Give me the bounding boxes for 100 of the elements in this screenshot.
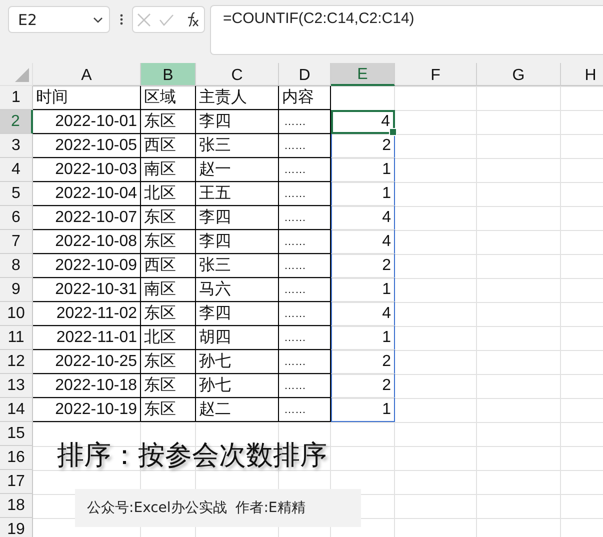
table-cell: 2022-10-09 (33, 254, 141, 278)
table-cell: 李四 (196, 206, 279, 230)
table-cell: 东区 (141, 302, 196, 326)
row-header[interactable]: 11 (0, 326, 33, 350)
table-cell: 2022-10-04 (33, 182, 141, 206)
table-cell: 西区 (141, 134, 196, 158)
row-header[interactable]: 16 (0, 446, 33, 470)
fill-handle[interactable] (389, 128, 397, 136)
table-cell: 2022-10-19 (33, 398, 141, 422)
table-cell: 王五 (196, 182, 279, 206)
row-header[interactable]: 12 (0, 350, 33, 374)
table-cell: 孙七 (196, 374, 279, 398)
table-cell: 4 (331, 206, 395, 230)
table-cell: 东区 (141, 398, 196, 422)
table-cell: …… (279, 374, 331, 398)
column-header[interactable]: D (279, 63, 331, 86)
table-cell: 2 (331, 254, 395, 278)
table-cell: 2022-10-25 (33, 350, 141, 374)
row-header[interactable]: 14 (0, 398, 33, 422)
table-cell: 时间 (33, 86, 141, 110)
table-cell: …… (279, 254, 331, 278)
row-header[interactable]: 18 (0, 494, 33, 518)
table-cell: …… (279, 278, 331, 302)
row-header[interactable]: 8 (0, 254, 33, 278)
table-cell: 北区 (141, 326, 196, 350)
row-header[interactable]: 3 (0, 134, 33, 158)
table-cell: 胡四 (196, 326, 279, 350)
table-cell: 东区 (141, 230, 196, 254)
column-header[interactable]: C (196, 63, 279, 86)
table-cell: 东区 (141, 350, 196, 374)
table-cell: 北区 (141, 182, 196, 206)
table-cell: 1 (331, 278, 395, 302)
table-cell: 区域 (141, 86, 196, 110)
row-header[interactable]: 7 (0, 230, 33, 254)
row-header[interactable]: 17 (0, 470, 33, 494)
row-header[interactable]: 19 (0, 518, 33, 537)
row-header[interactable]: 1 (0, 86, 33, 110)
row-header[interactable]: 10 (0, 302, 33, 326)
column-header[interactable]: A (33, 63, 141, 86)
table-cell: 2 (331, 350, 395, 374)
table-cell: 2 (331, 134, 395, 158)
table-cell: 4 (331, 230, 395, 254)
table-cell: …… (279, 182, 331, 206)
table-cell: 2 (331, 374, 395, 398)
column-header[interactable]: H (561, 63, 603, 86)
column-header[interactable]: F (395, 63, 477, 86)
table-cell: 主责人 (196, 86, 279, 110)
formula-input[interactable]: =COUNTIF(C2:C14,C2:C14) (210, 5, 603, 55)
checkmark-icon[interactable] (159, 14, 174, 26)
table-cell: …… (279, 230, 331, 254)
table-cell: …… (279, 350, 331, 374)
table-cell: 东区 (141, 374, 196, 398)
row-header[interactable]: 6 (0, 206, 33, 230)
row-header[interactable]: 4 (0, 158, 33, 182)
table-cell: 4 (331, 302, 395, 326)
table-cell: 2022-11-01 (33, 326, 141, 350)
table-cell: 2022-10-01 (33, 110, 141, 134)
table-cell: 李四 (196, 302, 279, 326)
table-cell: …… (279, 158, 331, 182)
column-header[interactable]: G (477, 63, 561, 86)
table-cell: 2022-10-03 (33, 158, 141, 182)
table-cell: …… (279, 326, 331, 350)
table-cell: 2022-10-18 (33, 374, 141, 398)
more-options-icon[interactable] (120, 14, 122, 25)
table-cell: 内容 (279, 86, 331, 110)
table-cell: 孙七 (196, 350, 279, 374)
row-header[interactable]: 15 (0, 422, 33, 446)
table-cell: 2022-11-02 (33, 302, 141, 326)
table-cell: 东区 (141, 206, 196, 230)
table-cell: …… (279, 134, 331, 158)
column-header[interactable]: E (331, 63, 395, 86)
table-cell: …… (279, 206, 331, 230)
table-cell: 1 (331, 398, 395, 422)
table-cell: 南区 (141, 158, 196, 182)
table-cell: 李四 (196, 230, 279, 254)
row-header[interactable]: 5 (0, 182, 33, 206)
table-cell: 赵二 (196, 398, 279, 422)
table-cell: 4 (331, 110, 395, 134)
name-box[interactable]: E2 (8, 6, 110, 33)
table-cell: …… (279, 398, 331, 422)
credit-note: 公众号:Excel办公实战 作者:E精精 (75, 489, 361, 527)
table-cell: 2022-10-31 (33, 278, 141, 302)
table-cell: 马六 (196, 278, 279, 302)
table-cell: 赵一 (196, 158, 279, 182)
sheet-title: 排序：按参会次数排序 (57, 439, 327, 473)
row-header[interactable]: 13 (0, 374, 33, 398)
table-cell: 张三 (196, 254, 279, 278)
table-cell: 1 (331, 326, 395, 350)
table-cell: 南区 (141, 278, 196, 302)
table-cell: 2022-10-05 (33, 134, 141, 158)
caret-icon (93, 16, 103, 22)
table-cell: 西区 (141, 254, 196, 278)
table-cell: …… (279, 110, 331, 134)
column-header[interactable]: B (141, 63, 196, 86)
row-header[interactable]: 9 (0, 278, 33, 302)
table-cell: 2022-10-08 (33, 230, 141, 254)
row-header[interactable]: 2 (0, 110, 33, 134)
table-cell: 1 (331, 158, 395, 182)
table-cell: …… (279, 302, 331, 326)
table-cell: 1 (331, 182, 395, 206)
